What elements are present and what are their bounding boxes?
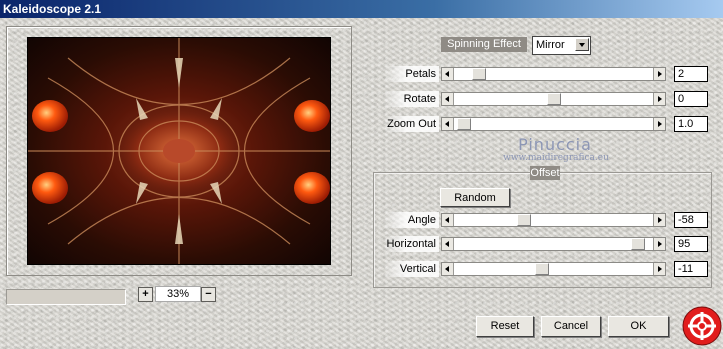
zoom-in-button[interactable]: + (138, 287, 153, 302)
vertical-slider[interactable] (441, 262, 666, 276)
vertical-value[interactable]: -11 (674, 261, 708, 277)
slider-thumb[interactable] (517, 214, 531, 226)
angle-slider[interactable] (441, 213, 666, 227)
zoom-out-button[interactable]: − (201, 287, 216, 302)
arrow-left-icon[interactable] (442, 68, 454, 80)
arrow-right-icon[interactable] (653, 263, 665, 275)
angle-label: Angle (383, 212, 439, 228)
spinning-effect-select[interactable]: Mirror (532, 36, 591, 55)
petals-value[interactable]: 2 (674, 66, 708, 82)
arrow-left-icon[interactable] (442, 263, 454, 275)
slider-thumb[interactable] (472, 68, 486, 80)
rotate-slider[interactable] (441, 92, 666, 106)
arrow-right-icon[interactable] (653, 93, 665, 105)
horizontal-label: Horizontal (383, 236, 439, 252)
petals-slider[interactable] (441, 67, 666, 81)
rotate-label: Rotate (383, 91, 439, 107)
angle-value[interactable]: -58 (674, 212, 708, 228)
random-button[interactable]: Random (440, 188, 510, 207)
arrow-left-icon[interactable] (442, 214, 454, 226)
arrow-left-icon[interactable] (442, 238, 454, 250)
slider-thumb[interactable] (457, 118, 471, 130)
zoom-level: 33% (155, 286, 201, 302)
arrow-right-icon[interactable] (653, 68, 665, 80)
title-bar: Kaleidoscope 2.1 (0, 0, 723, 18)
spinning-effect-value: Mirror (536, 39, 565, 51)
rotate-value[interactable]: 0 (674, 91, 708, 107)
slider-thumb[interactable] (631, 238, 645, 250)
zoom-out-slider[interactable] (441, 117, 666, 131)
window-title: Kaleidoscope 2.1 (3, 2, 102, 16)
watermark-url: www.maidiregrafica.eu (503, 153, 609, 163)
cancel-button[interactable]: Cancel (541, 316, 601, 337)
offset-label: Offset (530, 166, 560, 180)
ok-button[interactable]: OK (608, 316, 669, 337)
preview-image[interactable] (27, 37, 331, 265)
filter-unlimited-logo-icon[interactable] (682, 306, 722, 346)
spinning-effect-label: Spinning Effect (441, 37, 527, 52)
watermark-name: Pinuccia (518, 135, 592, 154)
chevron-down-icon[interactable] (575, 38, 589, 51)
horizontal-slider[interactable] (441, 237, 666, 251)
horizontal-value[interactable]: 95 (674, 236, 708, 252)
petals-label: Petals (383, 66, 439, 82)
arrow-left-icon[interactable] (442, 93, 454, 105)
zoom-out-label: Zoom Out (383, 116, 439, 132)
reset-button[interactable]: Reset (476, 316, 534, 337)
arrow-left-icon[interactable] (442, 118, 454, 130)
slider-thumb[interactable] (547, 93, 561, 105)
arrow-right-icon[interactable] (653, 118, 665, 130)
arrow-right-icon[interactable] (653, 214, 665, 226)
status-field (6, 289, 126, 305)
slider-thumb[interactable] (535, 263, 549, 275)
vertical-label: Vertical (383, 261, 439, 277)
arrow-right-icon[interactable] (653, 238, 665, 250)
zoom-out-value[interactable]: 1.0 (674, 116, 708, 132)
